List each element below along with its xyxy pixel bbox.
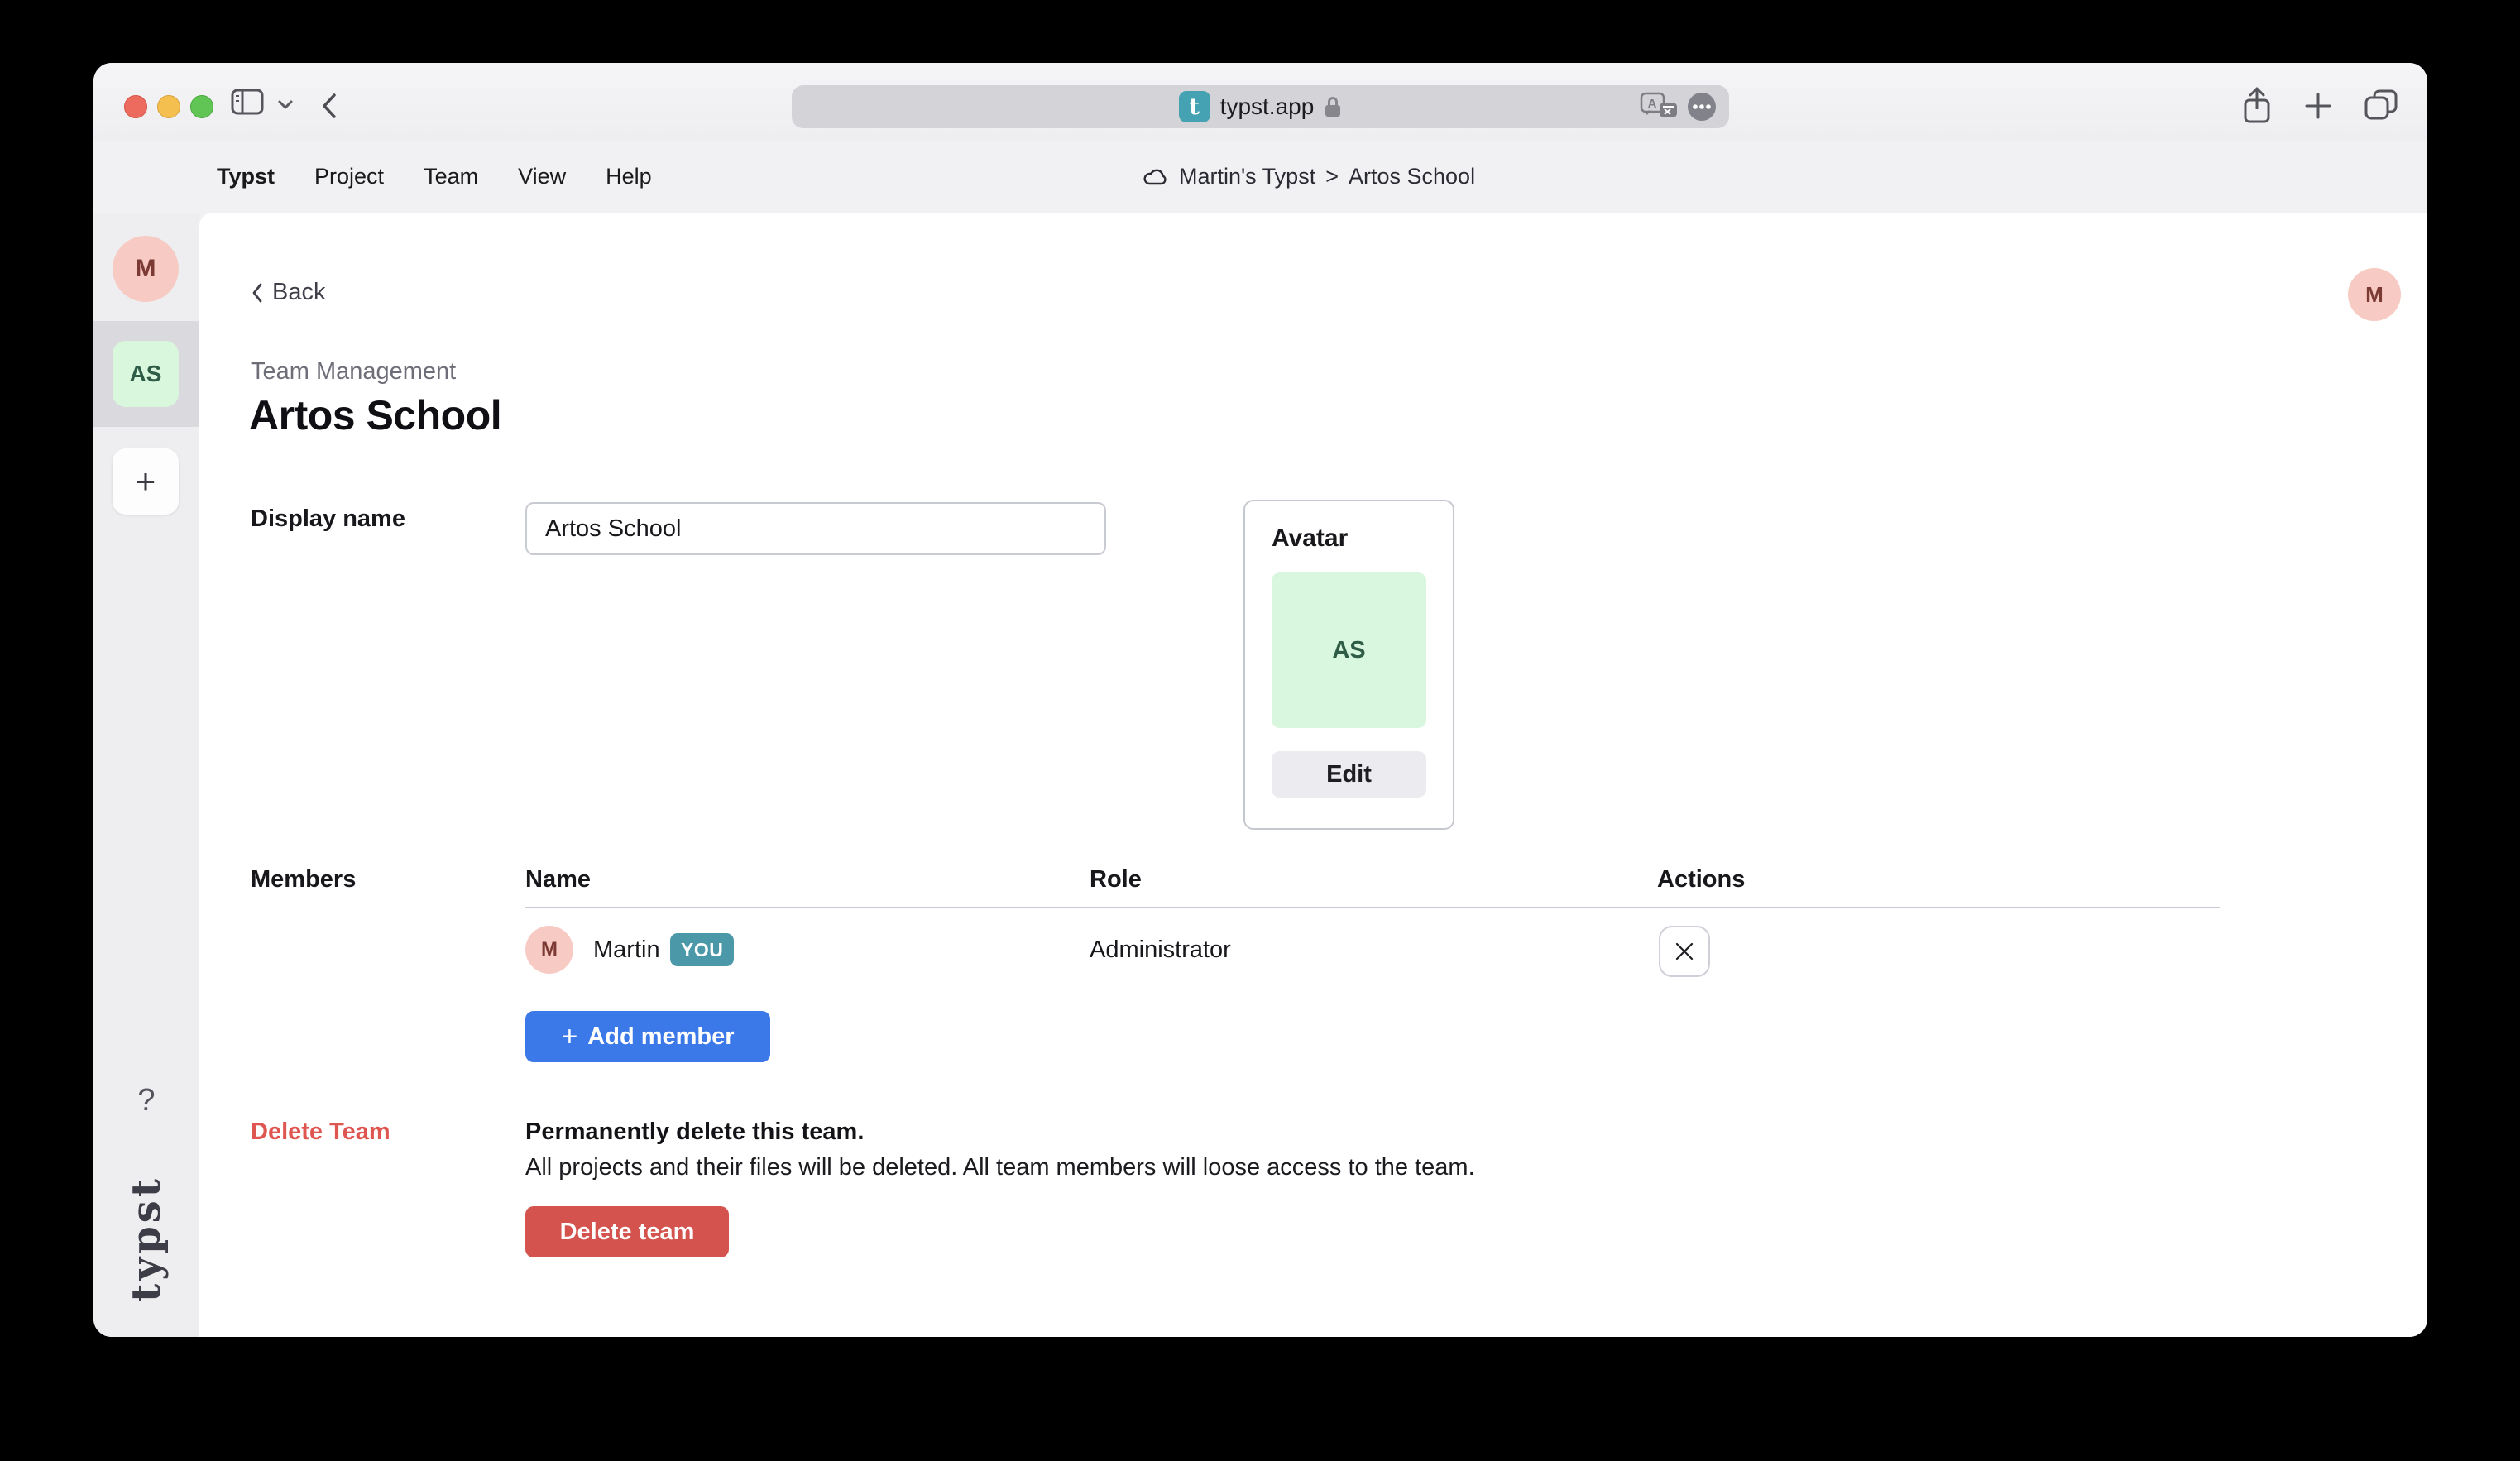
site-favicon: t [1179, 91, 1210, 122]
you-badge: YOU [670, 933, 734, 966]
browser-window: t typst.app A Typst Project [93, 63, 2427, 1337]
member-name: Martin [593, 936, 660, 964]
add-member-button[interactable]: + Add member [525, 1011, 770, 1062]
column-header-name: Name [525, 866, 591, 893]
page-title: Artos School [249, 391, 501, 439]
add-member-label: Add member [587, 1023, 734, 1051]
menu-item-typst[interactable]: Typst [217, 164, 275, 189]
display-name-input[interactable] [525, 502, 1106, 555]
chevron-down-icon[interactable] [277, 99, 294, 111]
delete-team-button[interactable]: Delete team [525, 1206, 729, 1257]
cloud-icon [1143, 168, 1169, 186]
new-tab-icon[interactable] [2303, 91, 2333, 121]
close-window-button[interactable] [124, 95, 147, 118]
close-icon [1673, 940, 1696, 963]
section-label: Team Management [251, 358, 456, 386]
member-avatar: M [525, 926, 573, 974]
team-settings-panel: Back M Team Management Artos School Disp… [199, 213, 2427, 1337]
table-header-divider [525, 907, 2220, 908]
typst-logo: typst [123, 1176, 170, 1302]
translate-icon[interactable]: A [1640, 91, 1679, 122]
team-avatar-preview: AS [1272, 572, 1426, 728]
remove-member-button[interactable] [1659, 926, 1710, 977]
member-role: Administrator [1090, 936, 1231, 964]
sidebar-toggle-icon[interactable] [231, 89, 264, 115]
minimize-window-button[interactable] [157, 95, 180, 118]
sidebar-add-team-button[interactable]: + [113, 448, 179, 515]
breadcrumb-page: Artos School [1349, 164, 1475, 189]
column-header-role: Role [1090, 866, 1142, 893]
more-options-icon[interactable] [1686, 91, 1718, 122]
menu-item-help[interactable]: Help [606, 164, 652, 189]
avatar-card-title: Avatar [1272, 525, 1426, 553]
sidebar-user-avatar[interactable]: M [113, 236, 179, 302]
avatar-card: Avatar AS Edit [1243, 500, 1454, 830]
back-navigation-icon[interactable] [320, 92, 338, 120]
plus-icon: + [561, 1023, 577, 1051]
breadcrumb-team[interactable]: Martin's Typst [1179, 164, 1315, 189]
display-name-label: Display name [251, 505, 405, 533]
menu-item-project[interactable]: Project [314, 164, 384, 189]
browser-toolbar: t typst.app A [93, 63, 2427, 141]
svg-text:A: A [1648, 97, 1657, 111]
tab-overview-icon[interactable] [2364, 89, 2398, 121]
back-label: Back [272, 279, 325, 306]
edit-avatar-button[interactable]: Edit [1272, 751, 1426, 798]
sidebar-team-avatar[interactable]: AS [113, 341, 179, 407]
lock-icon [1324, 95, 1342, 118]
members-label: Members [251, 866, 356, 893]
column-header-actions: Actions [1657, 866, 1745, 893]
url-text: typst.app [1220, 93, 1315, 120]
app-menubar: Typst Project Team View Help Martin's Ty… [93, 141, 2427, 213]
help-icon[interactable]: ? [93, 1083, 199, 1119]
breadcrumb-separator: > [1325, 164, 1339, 189]
account-avatar[interactable]: M [2348, 268, 2401, 321]
address-bar[interactable]: t typst.app A [792, 85, 1729, 128]
back-chevron-icon [251, 282, 264, 304]
menu-item-team[interactable]: Team [424, 164, 478, 189]
delete-warning-body: All projects and their files will be del… [525, 1154, 1475, 1181]
share-icon[interactable] [2240, 86, 2274, 126]
screen: t typst.app A Typst Project [0, 0, 2520, 1461]
delete-warning-title: Permanently delete this team. [525, 1119, 864, 1146]
breadcrumb[interactable]: Martin's Typst > Artos School [1143, 141, 1475, 213]
delete-team-label: Delete Team [251, 1119, 390, 1146]
menu-item-view[interactable]: View [518, 164, 566, 189]
back-link[interactable]: Back [251, 279, 325, 306]
zoom-window-button[interactable] [190, 95, 213, 118]
workspace-sidebar: M AS + ? typst [93, 213, 199, 1337]
